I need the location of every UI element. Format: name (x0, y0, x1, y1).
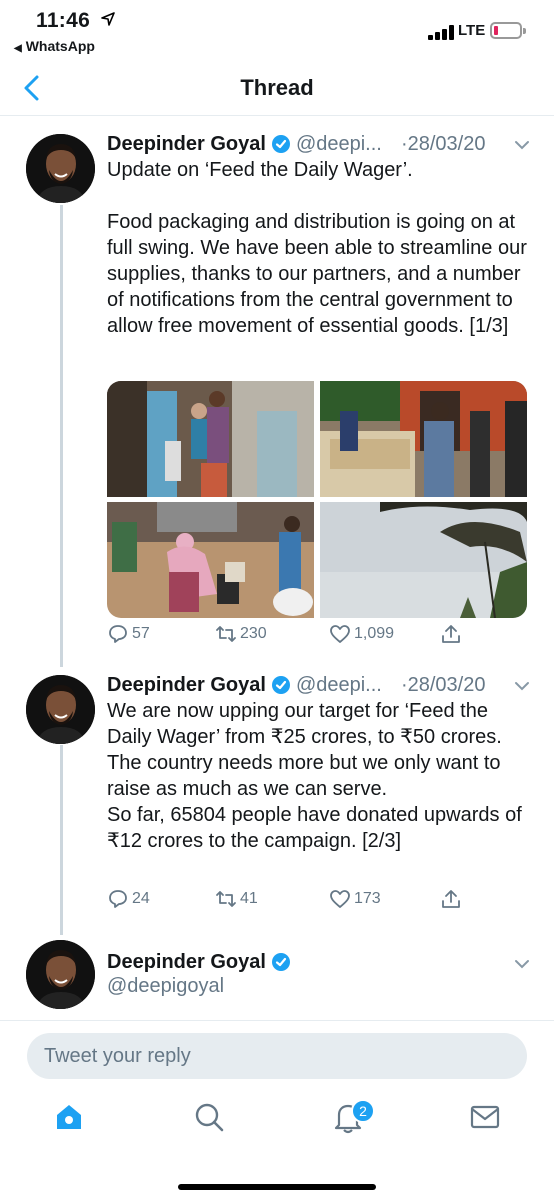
verified-badge-icon (271, 135, 290, 153)
share-button[interactable] (440, 888, 465, 910)
tweet-header: Deepinder Goyal (107, 948, 296, 976)
page-title: Thread (240, 75, 314, 100)
home-icon[interactable] (52, 1100, 86, 1134)
retweet-icon (216, 626, 236, 642)
author-name[interactable]: Deepinder Goyal (107, 951, 266, 974)
verified-badge-icon (271, 953, 290, 971)
notifications-badge: 2 (351, 1099, 375, 1123)
media-photo[interactable] (107, 381, 314, 497)
media-photo[interactable] (320, 502, 527, 618)
location-arrow-icon (101, 12, 115, 26)
tweet-media-grid[interactable] (107, 381, 527, 618)
reply-button[interactable]: 57 (107, 623, 150, 645)
media-photo[interactable] (107, 502, 314, 618)
tweet-header: Deepinder Goyal @deepi... ·28/03/20 (107, 671, 485, 699)
avatar[interactable] (26, 134, 95, 203)
verified-badge-icon (271, 676, 290, 694)
avatar[interactable] (26, 940, 95, 1009)
retweet-count: 41 (240, 890, 258, 907)
signal-strength-icon (428, 24, 456, 40)
author-handle: @deepi... (295, 132, 382, 155)
heart-icon (330, 890, 350, 908)
author-handle: @deepi... (295, 673, 382, 696)
avatar[interactable] (26, 675, 95, 744)
back-app-label: WhatsApp (25, 38, 95, 54)
tweet[interactable]: Deepinder Goyal @deepi... ·28/03/20 We a… (0, 671, 554, 921)
author-handle: @deepigoyal (107, 975, 225, 997)
thread-header: Thread (0, 60, 554, 116)
tweet[interactable]: Deepinder Goyal @deepigoyal (0, 940, 554, 1020)
tweet-date: ·28/03/20 (400, 673, 486, 696)
home-indicator[interactable] (178, 1184, 376, 1190)
tweet-text: Update on ‘Feed the Daily Wager’. Food p… (107, 159, 527, 337)
tweet-date: ·28/03/20 (400, 132, 486, 155)
tweet-actions: 57 230 1,099 (107, 623, 527, 645)
status-bar: 11:46 ◀ WhatsApp LTE (0, 0, 554, 60)
author-name[interactable]: Deepinder Goyal (107, 674, 266, 697)
messages-mail-icon[interactable] (468, 1100, 502, 1134)
search-icon[interactable] (192, 1100, 226, 1134)
tweet-actions: 24 41 173 (107, 888, 527, 910)
like-button[interactable]: 173 (329, 888, 381, 910)
reply-icon (109, 890, 127, 908)
tweet-header: Deepinder Goyal @deepi... ·28/03/20 (107, 130, 485, 158)
reply-input[interactable] (27, 1033, 527, 1079)
bottom-tab-bar (0, 1085, 554, 1155)
reply-button[interactable]: 24 (107, 888, 150, 910)
clock-time: 11:46 (36, 9, 91, 32)
retweet-count: 230 (240, 625, 267, 642)
share-icon (442, 890, 460, 908)
heart-icon (330, 625, 350, 643)
retweet-icon (216, 891, 236, 907)
tweet[interactable]: Deepinder Goyal @deepi... ·28/03/20 Upda… (0, 130, 554, 660)
retweet-button[interactable]: 230 (215, 623, 267, 645)
media-photo[interactable] (320, 381, 527, 497)
chevron-down-icon[interactable] (514, 140, 530, 150)
network-type: LTE (458, 22, 486, 39)
like-button[interactable]: 1,099 (329, 623, 394, 645)
chevron-down-icon[interactable] (514, 959, 530, 969)
reply-count: 57 (132, 625, 150, 642)
chevron-down-icon[interactable] (514, 681, 530, 691)
battery-icon (490, 22, 526, 39)
tweet-text: We are now upping our target for ‘Feed t… (107, 700, 522, 852)
retweet-button[interactable]: 41 (215, 888, 258, 910)
like-count: 173 (354, 890, 381, 907)
share-button[interactable] (440, 623, 465, 645)
share-icon (442, 625, 460, 643)
reply-icon (109, 625, 127, 643)
like-count: 1,099 (354, 625, 395, 642)
reply-count: 24 (132, 890, 150, 907)
back-to-app-link[interactable]: ◀ WhatsApp (14, 38, 95, 54)
author-name[interactable]: Deepinder Goyal (107, 133, 266, 156)
